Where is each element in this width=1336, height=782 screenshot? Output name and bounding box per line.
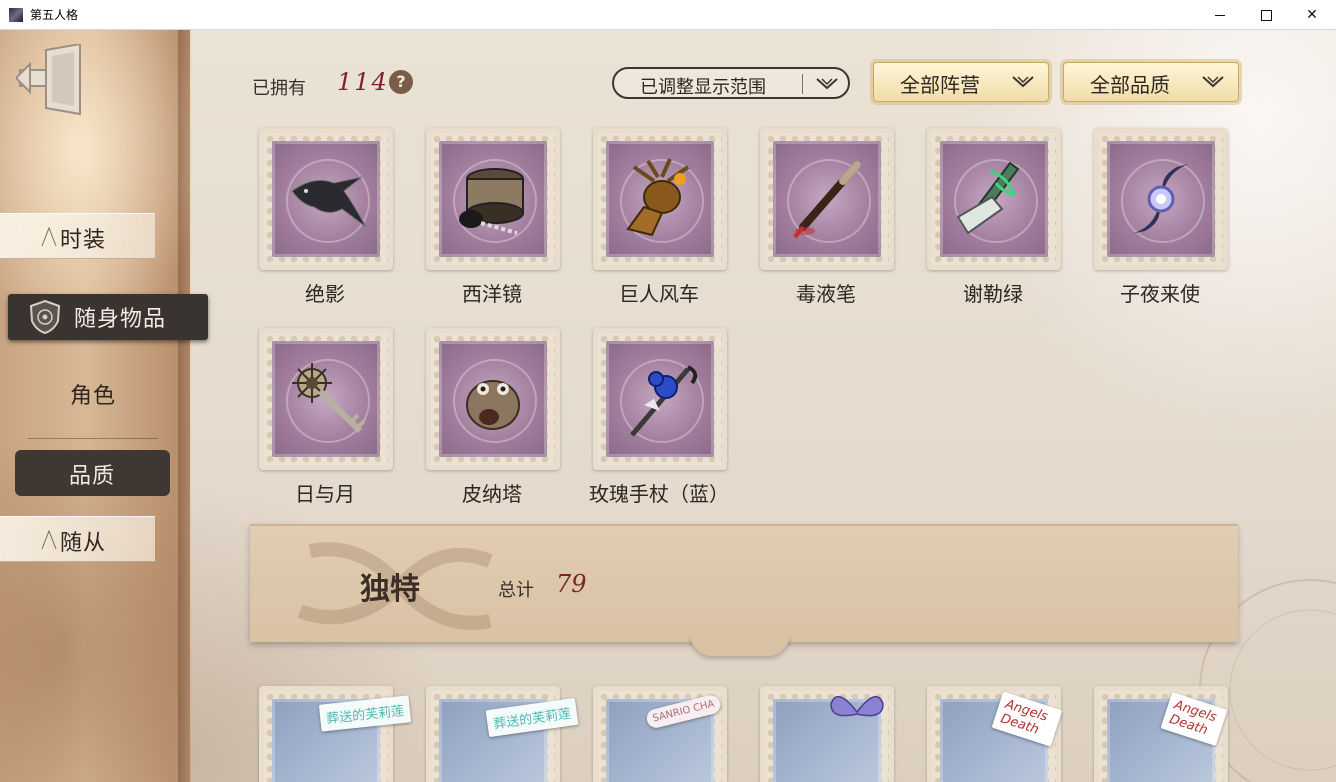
sun-moon-key-icon <box>292 363 366 434</box>
quality-total-label: 总计 <box>498 580 534 601</box>
window-titlebar: 第五人格 ✕ <box>0 0 1336 30</box>
quality-total-count: 79 <box>556 570 587 598</box>
minimize-button[interactable] <box>1197 0 1243 30</box>
close-button[interactable]: ✕ <box>1289 0 1335 30</box>
sidebar-item-label: 随从 <box>60 531 107 556</box>
sidebar-item-costume[interactable]: 时装 <box>0 213 155 259</box>
item-card[interactable]: Angels Death <box>918 686 1063 782</box>
item-name: 皮纳塔 <box>462 482 522 506</box>
display-range-dropdown[interactable]: 已调整显示范围 <box>612 67 850 99</box>
item-name: 日与月 <box>295 482 355 506</box>
chevron-down-icon <box>816 78 838 90</box>
close-icon: ✕ <box>1306 7 1318 23</box>
owned-count: 114 <box>337 68 389 96</box>
sidebar-item-label: 时装 <box>60 228 107 253</box>
item-name: 巨人风车 <box>619 282 699 306</box>
display-range-value: 已调整显示范围 <box>640 77 766 98</box>
butterfly-icon <box>830 695 884 717</box>
chevron-down-icon <box>1012 76 1034 88</box>
maximize-icon <box>1260 9 1272 21</box>
item-name: 玫瑰手杖（蓝） <box>589 482 729 506</box>
sidebar-item-follower[interactable]: 随从 <box>0 516 155 562</box>
owned-label: 已拥有 <box>252 78 306 99</box>
shield-emblem-icon <box>29 299 61 335</box>
sidebar: 时装 随身物品 角色 品质 随从 <box>0 30 208 782</box>
quality-section-banner: 独特 总计 79 <box>250 524 1238 656</box>
zoetrope-icon <box>459 168 524 235</box>
item-card[interactable]: 葬送的芙莉莲 <box>417 686 579 782</box>
tick-decoration-icon <box>41 529 57 550</box>
minimize-icon <box>1215 14 1225 16</box>
quality-filter-dropdown[interactable]: 全部品质 <box>1063 62 1239 102</box>
exit-door-icon <box>14 42 81 116</box>
item-card[interactable]: Angels Death <box>1085 686 1228 782</box>
faction-filter-value: 全部阵营 <box>900 73 980 97</box>
chevron-down-icon <box>1202 76 1224 88</box>
sidebar-item-character[interactable]: 角色 <box>40 374 150 414</box>
item-name: 绝影 <box>305 282 345 306</box>
sidebar-item-label: 随身物品 <box>74 307 167 332</box>
game-stage: 时装 随身物品 角色 品质 随从 已拥有 114 ? 已调整显示范围 全部阵营 … <box>0 30 1336 782</box>
midnight-comet-icon <box>1125 161 1199 235</box>
app-icon <box>9 8 23 22</box>
help-icon[interactable]: ? <box>389 70 413 94</box>
quality-filter-value: 全部品质 <box>1090 73 1170 97</box>
item-card[interactable]: 葬送的芙莉莲 <box>250 686 412 782</box>
stamp-frame <box>259 128 393 270</box>
item-name: 谢勒绿 <box>963 282 1023 306</box>
sidebar-divider <box>28 438 158 439</box>
green-flask-icon <box>956 161 1020 235</box>
venom-pen-icon <box>793 161 861 239</box>
exit-button[interactable] <box>14 42 86 118</box>
pinata-owl-icon <box>466 380 520 430</box>
item-name: 西洋镜 <box>462 282 522 306</box>
quality-section-title: 独特 <box>360 572 420 607</box>
windmill-antler-icon <box>626 158 690 237</box>
item-name: 毒液笔 <box>796 282 856 306</box>
item-card[interactable] <box>751 686 894 782</box>
faction-filter-dropdown[interactable]: 全部阵营 <box>873 62 1049 102</box>
tick-decoration-icon <box>41 226 57 247</box>
item-name: 子夜来使 <box>1120 282 1200 306</box>
item-card[interactable]: SANRIO CHA <box>584 686 727 782</box>
maximize-button[interactable] <box>1243 0 1289 30</box>
sidebar-item-accessories[interactable]: 随身物品 <box>8 294 208 340</box>
window-title: 第五人格 <box>30 8 79 22</box>
raven-icon <box>291 176 367 228</box>
sidebar-item-quality[interactable]: 品质 <box>15 450 170 496</box>
blue-rose-cane-icon <box>630 365 698 437</box>
sidebar-item-label: 角色 <box>70 384 117 409</box>
sidebar-item-label: 品质 <box>69 464 116 489</box>
